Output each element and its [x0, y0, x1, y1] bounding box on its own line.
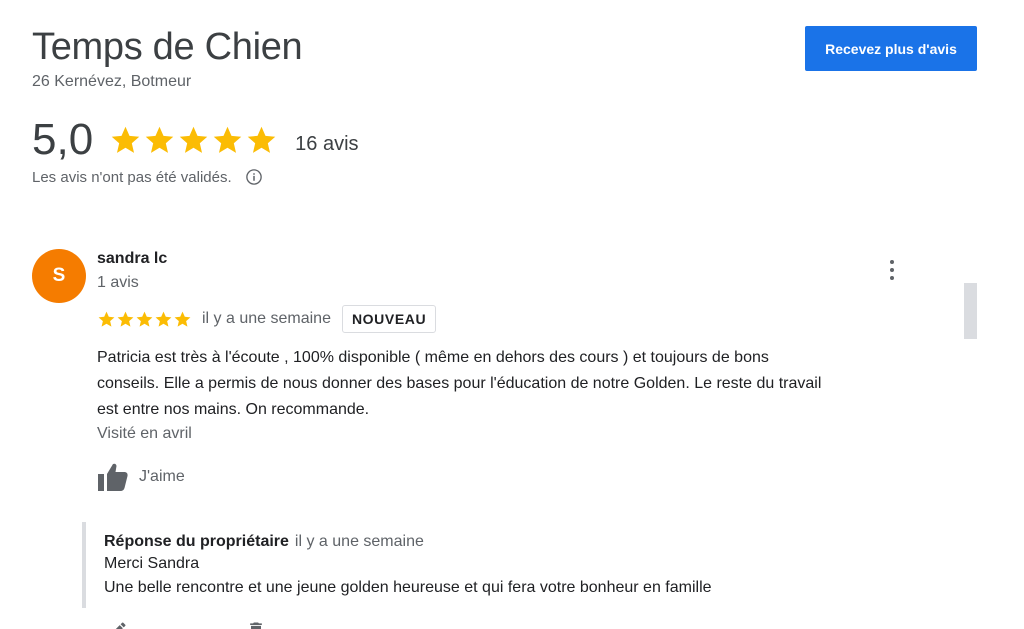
review-text: Patricia est très à l'écoute , 100% disp… — [97, 345, 937, 423]
validation-note: Les avis n'ont pas été validés. — [32, 168, 263, 186]
delete-icon[interactable] — [246, 620, 266, 629]
rating-stars — [109, 124, 279, 157]
review-count: 16 avis — [295, 132, 359, 155]
like-button[interactable]: J'aime — [97, 462, 185, 492]
review-date: il y a une semaine — [202, 310, 331, 327]
info-icon[interactable] — [245, 168, 263, 186]
star-icon — [136, 311, 153, 327]
star-icon — [179, 126, 208, 153]
rating-value: 5,0 — [32, 115, 94, 164]
star-icon — [174, 311, 191, 327]
owner-reply-line: Une belle rencontre et une jeune golden … — [104, 579, 712, 596]
business-title: Temps de Chien — [32, 26, 303, 68]
like-label: J'aime — [139, 468, 185, 485]
scrollbar-thumb[interactable] — [964, 283, 977, 339]
thumb-up-icon — [98, 463, 128, 491]
review-page: Temps de Chien 26 Kernévez, Botmeur Rece… — [0, 0, 1024, 629]
star-icon — [213, 126, 242, 153]
owner-reply-line: Merci Sandra — [104, 555, 200, 572]
validation-text: Les avis n'ont pas été validés. — [32, 168, 232, 186]
business-address: 26 Kernévez, Botmeur — [32, 73, 192, 90]
star-icon — [117, 311, 134, 327]
star-icon — [145, 126, 174, 153]
review-text-line: Patricia est très à l'écoute , 100% disp… — [97, 349, 769, 366]
visited-date: Visité en avril — [97, 425, 192, 442]
review-text-line: est entre nos mains. On recommande. — [97, 401, 370, 418]
owner-reply: Réponse du propriétaire il y a une semain… — [82, 522, 942, 608]
review-text-line: conseils. Elle a permis de nous donner d… — [97, 375, 822, 392]
review-meta: il y a une semaine NOUVEAU — [97, 305, 437, 333]
review-stars — [97, 310, 192, 329]
star-icon — [111, 126, 140, 153]
owner-reply-date: il y a une semaine — [294, 533, 424, 550]
star-icon — [98, 311, 115, 327]
owner-reply-label: Réponse du propriétaire — [104, 533, 289, 550]
reviewer-review-count: 1 avis — [97, 274, 139, 291]
more-options-button[interactable] — [880, 256, 904, 284]
star-icon — [247, 126, 276, 153]
star-icon — [155, 311, 172, 327]
get-more-reviews-button[interactable]: Recevez plus d'avis — [805, 26, 977, 71]
avatar[interactable]: S — [32, 249, 86, 303]
rating-summary: 5,0 16 avis — [32, 115, 359, 165]
edit-icon[interactable] — [108, 620, 128, 629]
new-badge: NOUVEAU — [341, 305, 437, 333]
owner-reply-header: Réponse du propriétaire il y a une semain… — [104, 532, 942, 552]
more-vert-icon — [890, 260, 894, 264]
reviewer-name[interactable]: sandra lc — [97, 250, 167, 268]
